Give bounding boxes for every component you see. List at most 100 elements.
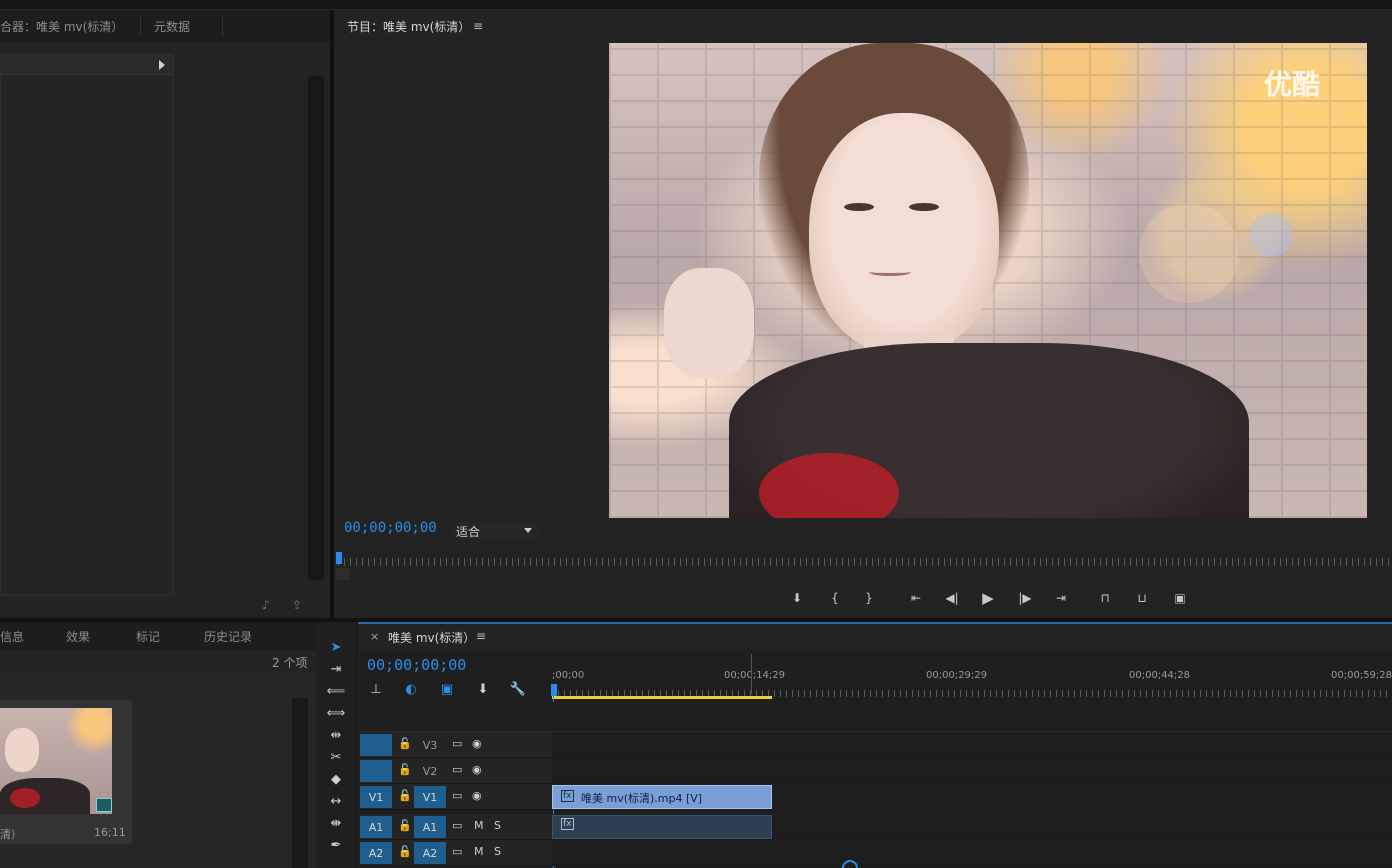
- track-body[interactable]: fx: [552, 814, 1392, 840]
- clip-thumbnail-card[interactable]: 清） 16;11: [0, 700, 132, 844]
- tab-timeline-sequence[interactable]: 唯美 mv(标清）: [388, 629, 475, 646]
- source-patch[interactable]: [360, 760, 392, 782]
- razor-blade-icon[interactable]: ◆: [325, 768, 347, 790]
- export-icon[interactable]: ⇪: [292, 598, 302, 612]
- play-button[interactable]: ▶: [978, 588, 998, 608]
- source-patch[interactable]: A1: [360, 816, 392, 838]
- eye-icon[interactable]: ◉: [472, 737, 482, 750]
- tab-markers[interactable]: 标记: [136, 622, 160, 650]
- source-patch[interactable]: V1: [360, 786, 392, 808]
- subject-eye-left: [844, 203, 874, 211]
- add-marker-button[interactable]: ⬇: [787, 588, 807, 608]
- project-scrollbar[interactable]: [292, 698, 308, 868]
- lock-icon[interactable]: 🔓: [398, 819, 412, 832]
- track-body[interactable]: fx 唯美 mv(标清).mp4 [V]: [552, 784, 1392, 810]
- solo-button[interactable]: S: [494, 819, 501, 832]
- source-patch[interactable]: [360, 734, 392, 756]
- mark-out-button[interactable]: }: [859, 588, 879, 608]
- source-patch[interactable]: A2: [360, 842, 392, 864]
- solo-button[interactable]: S: [494, 845, 501, 858]
- go-to-in-button[interactable]: ⇤: [906, 588, 926, 608]
- track-body[interactable]: [552, 732, 1392, 758]
- timeline-timecode[interactable]: 00;00;00;00: [367, 656, 466, 674]
- go-to-out-button[interactable]: ⇥: [1051, 588, 1071, 608]
- mute-button[interactable]: M: [474, 845, 484, 858]
- lens-flare: [1249, 213, 1293, 257]
- video-frame[interactable]: 优酷: [609, 43, 1367, 518]
- top-workspace-strip: [0, 0, 1392, 10]
- lock-icon[interactable]: 🔓: [398, 789, 412, 802]
- clip-name: 清）: [0, 828, 22, 841]
- track-target[interactable]: A1: [414, 816, 446, 838]
- tab-metadata[interactable]: 元数据: [154, 10, 190, 42]
- ruler-label: ;00;00: [552, 670, 585, 681]
- rate-stretch-tool-icon[interactable]: ⇹: [325, 724, 347, 746]
- track-header: 🔓 V3 ▭ ◉: [360, 732, 552, 758]
- track-body[interactable]: [552, 840, 1392, 866]
- eye-icon[interactable]: ◉: [472, 789, 482, 802]
- subject-fist: [664, 268, 754, 378]
- track-target[interactable]: V1: [414, 786, 446, 808]
- expand-arrow-icon[interactable]: [159, 60, 165, 70]
- source-scrollbar[interactable]: [308, 76, 324, 580]
- sync-lock-icon[interactable]: ▭: [452, 789, 462, 802]
- selection-tool-icon[interactable]: ➤: [325, 636, 347, 658]
- rolling-edit-tool-icon[interactable]: ⟺: [325, 702, 347, 724]
- sync-lock-icon[interactable]: ▭: [452, 819, 462, 832]
- ripple-edit-tool-icon[interactable]: ⟸: [325, 680, 347, 702]
- step-forward-button[interactable]: |▶: [1015, 588, 1035, 608]
- mark-in-button[interactable]: {: [825, 588, 845, 608]
- track-header: 🔓 V2 ▭ ◉: [360, 758, 552, 784]
- export-frame-camera-icon[interactable]: ▣: [1170, 588, 1190, 608]
- add-marker-icon[interactable]: ⬇: [472, 678, 494, 700]
- sync-lock-icon[interactable]: ▭: [452, 845, 462, 858]
- track-select-tool-icon[interactable]: ⇥: [325, 658, 347, 680]
- sync-lock-icon[interactable]: ▭: [452, 763, 462, 776]
- video-clip-label: 唯美 mv(标清).mp4 [V]: [581, 792, 703, 805]
- video-clip[interactable]: fx 唯美 mv(标清).mp4 [V]: [552, 785, 772, 809]
- lock-icon[interactable]: 🔓: [398, 845, 412, 858]
- timeline-playhead-handle[interactable]: [551, 684, 557, 696]
- mute-button[interactable]: M: [474, 819, 484, 832]
- program-playhead[interactable]: [336, 552, 342, 564]
- razor-tool-icon[interactable]: ✂: [325, 746, 347, 768]
- close-tab-icon[interactable]: ×: [370, 630, 379, 643]
- panel-menu-icon[interactable]: ≡: [473, 19, 483, 33]
- audio-clip[interactable]: fx: [552, 815, 772, 839]
- subject-eye-right: [909, 203, 939, 211]
- tab-effects[interactable]: 效果: [66, 622, 90, 650]
- track-target[interactable]: A2: [414, 842, 446, 864]
- program-time-ruler[interactable]: [338, 558, 1392, 566]
- lock-icon[interactable]: 🔓: [398, 737, 412, 750]
- program-timecode[interactable]: 00;00;00;00: [344, 520, 437, 536]
- pen-tool-icon[interactable]: ✒: [325, 834, 347, 856]
- linked-selection-icon[interactable]: ◐: [400, 678, 422, 700]
- timeline-settings-wrench-icon[interactable]: 🔧: [507, 678, 529, 700]
- lock-icon[interactable]: 🔓: [398, 763, 412, 776]
- add-edit-icon[interactable]: ▣: [436, 678, 458, 700]
- fit-dropdown[interactable]: 适合: [454, 522, 538, 540]
- program-zoom-bar[interactable]: [336, 568, 350, 580]
- snap-icon[interactable]: ⊥: [365, 678, 387, 700]
- track-target[interactable]: V2: [414, 760, 446, 782]
- eye-icon[interactable]: ◉: [472, 763, 482, 776]
- work-area-bar[interactable]: [552, 696, 772, 699]
- lift-button[interactable]: ⊓: [1095, 588, 1115, 608]
- project-tab-bar: 信息 效果 标记 历史记录: [0, 622, 316, 650]
- slide-tool-icon[interactable]: ⇼: [325, 812, 347, 834]
- tab-history[interactable]: 历史记录: [204, 622, 252, 650]
- track-body[interactable]: [552, 758, 1392, 784]
- tab-program[interactable]: 节目：唯美 mv(标清）: [347, 10, 470, 42]
- audio-export-icon[interactable]: ♪: [262, 598, 270, 612]
- sync-lock-icon[interactable]: ▭: [452, 737, 462, 750]
- step-back-button[interactable]: ◀|: [942, 588, 962, 608]
- panel-menu-icon[interactable]: ≡: [476, 629, 486, 643]
- ruler-label: 00;00;29;29: [926, 670, 988, 681]
- extract-button[interactable]: ⊔: [1132, 588, 1152, 608]
- source-panel: 合器：唯美 mv(标清） 元数据 ♪ ⇪: [0, 10, 330, 618]
- slip-tool-icon[interactable]: ↔: [325, 790, 347, 812]
- track-target[interactable]: V3: [414, 734, 446, 756]
- sequence-badge-icon: [96, 798, 112, 812]
- tab-source[interactable]: 合器：唯美 mv(标清）: [0, 10, 123, 42]
- tab-info[interactable]: 信息: [0, 622, 24, 650]
